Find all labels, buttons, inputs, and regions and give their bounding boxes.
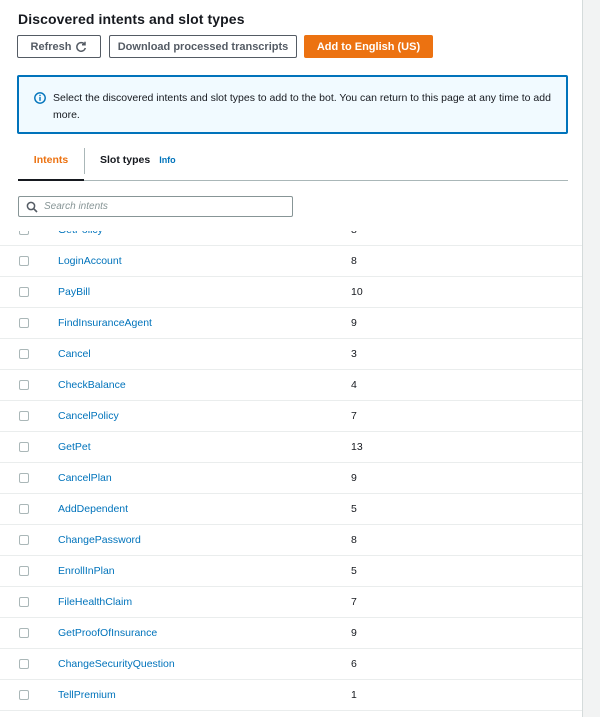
intent-utterance-count: 7 <box>351 410 357 422</box>
intent-name-link[interactable]: ChangeSecurityQuestion <box>58 658 175 670</box>
row-checkbox[interactable] <box>19 690 29 700</box>
row-checkbox[interactable] <box>19 380 29 390</box>
search-box <box>18 196 293 217</box>
page-title: Discovered intents and slot types <box>18 11 245 27</box>
table-row[interactable]: CancelPlan 9 <box>0 463 582 494</box>
row-checkbox[interactable] <box>19 318 29 328</box>
row-checkbox[interactable] <box>19 231 29 235</box>
intent-name-link[interactable]: GetPolicy <box>58 231 103 236</box>
intent-utterance-count: 5 <box>351 565 357 577</box>
row-checkbox[interactable] <box>19 659 29 669</box>
table-row[interactable]: TellPremium 1 <box>0 680 582 711</box>
intent-utterance-count: 13 <box>351 441 363 453</box>
page-scrollbar[interactable] <box>583 0 600 717</box>
intent-utterance-count: 9 <box>351 472 357 484</box>
tab-slot-types[interactable]: Slot types Info <box>100 140 176 180</box>
intent-utterance-count: 4 <box>351 379 357 391</box>
intent-utterance-count: 8 <box>351 231 357 236</box>
row-checkbox[interactable] <box>19 535 29 545</box>
intent-name-link[interactable]: TellPremium <box>58 689 116 701</box>
tab-slot-types-label: Slot types <box>100 154 151 166</box>
info-alert-text: Select the discovered intents and slot t… <box>53 92 551 121</box>
intent-utterance-count: 7 <box>351 596 357 608</box>
intent-utterance-count: 1 <box>351 689 357 701</box>
intent-name-link[interactable]: Cancel <box>58 348 91 360</box>
intent-utterance-count: 8 <box>351 534 357 546</box>
table-row[interactable]: GetPet 13 <box>0 432 582 463</box>
table-row[interactable]: FileHealthClaim 7 <box>0 587 582 618</box>
table-row[interactable]: EnrollInPlan 5 <box>0 556 582 587</box>
row-checkbox[interactable] <box>19 256 29 266</box>
table-row[interactable]: CancelPolicy 7 <box>0 401 582 432</box>
intent-utterance-count: 6 <box>351 658 357 670</box>
search-icon <box>26 201 38 213</box>
download-transcripts-button[interactable]: Download processed transcripts <box>109 35 297 58</box>
row-checkbox[interactable] <box>19 504 29 514</box>
table-row[interactable]: GetProofOfInsurance 9 <box>0 618 582 649</box>
tab-intents[interactable]: Intents <box>18 140 84 181</box>
refresh-icon <box>76 41 87 52</box>
row-checkbox[interactable] <box>19 566 29 576</box>
intent-name-link[interactable]: PayBill <box>58 286 90 298</box>
refresh-button-label: Refresh <box>30 40 72 53</box>
intent-utterance-count: 9 <box>351 627 357 639</box>
intent-name-link[interactable]: CancelPolicy <box>58 410 119 422</box>
table-row[interactable]: LoginAccount 8 <box>0 246 582 277</box>
search-input[interactable] <box>44 198 289 215</box>
row-checkbox[interactable] <box>19 287 29 297</box>
row-checkbox[interactable] <box>19 349 29 359</box>
intent-name-link[interactable]: GetPet <box>58 441 91 453</box>
table-row[interactable]: Cancel 3 <box>0 339 582 370</box>
intent-utterance-count: 9 <box>351 317 357 329</box>
table-row[interactable]: AddDependent 5 <box>0 494 582 525</box>
intents-list-rows: GetPolicy 8 LoginAccount 8 PayBill 10 FindInsu… <box>0 231 582 711</box>
table-row[interactable]: ChangeSecurityQuestion 6 <box>0 649 582 680</box>
intent-name-link[interactable]: LoginAccount <box>58 255 122 267</box>
refresh-button[interactable]: Refresh <box>17 35 101 58</box>
table-row[interactable]: CheckBalance 4 <box>0 370 582 401</box>
intent-utterance-count: 10 <box>351 286 363 298</box>
tab-bar: Intents Slot types Info <box>18 140 568 181</box>
tab-divider <box>84 148 85 174</box>
row-checkbox[interactable] <box>19 442 29 452</box>
info-link[interactable]: Info <box>159 155 176 165</box>
discovered-intents-panel: Discovered intents and slot types Refres… <box>0 0 583 717</box>
row-checkbox[interactable] <box>19 628 29 638</box>
info-circle-icon <box>34 92 46 104</box>
intent-name-link[interactable]: CancelPlan <box>58 472 112 484</box>
intent-name-link[interactable]: FindInsuranceAgent <box>58 317 152 329</box>
intent-name-link[interactable]: EnrollInPlan <box>58 565 115 577</box>
table-row[interactable]: PayBill 10 <box>0 277 582 308</box>
intent-name-link[interactable]: GetProofOfInsurance <box>58 627 157 639</box>
intent-name-link[interactable]: ChangePassword <box>58 534 141 546</box>
row-checkbox[interactable] <box>19 473 29 483</box>
intent-name-link[interactable]: FileHealthClaim <box>58 596 132 608</box>
table-row[interactable]: GetPolicy 8 <box>0 231 582 246</box>
intent-utterance-count: 5 <box>351 503 357 515</box>
intent-name-link[interactable]: AddDependent <box>58 503 128 515</box>
table-row[interactable]: ChangePassword 8 <box>0 525 582 556</box>
intents-list[interactable]: GetPolicy 8 LoginAccount 8 PayBill 10 FindInsu… <box>0 231 582 717</box>
intent-name-link[interactable]: CheckBalance <box>58 379 126 391</box>
add-to-english-button[interactable]: Add to English (US) <box>304 35 433 58</box>
intent-utterance-count: 3 <box>351 348 357 360</box>
intent-utterance-count: 8 <box>351 255 357 267</box>
row-checkbox[interactable] <box>19 411 29 421</box>
info-alert: Select the discovered intents and slot t… <box>17 75 568 134</box>
table-row[interactable]: FindInsuranceAgent 9 <box>0 308 582 339</box>
row-checkbox[interactable] <box>19 597 29 607</box>
